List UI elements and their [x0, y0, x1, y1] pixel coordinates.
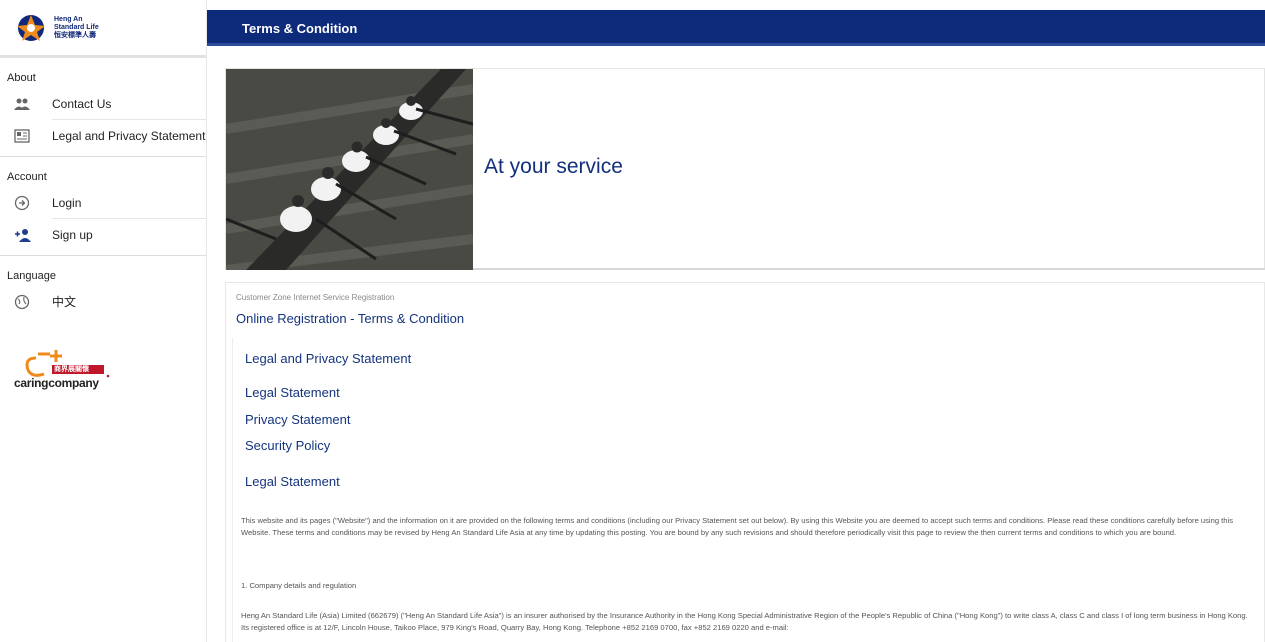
legal-statement-heading: Legal Statement — [245, 474, 340, 489]
app: Heng An Standard Life 恒安標準人壽 About Conta… — [0, 0, 1265, 642]
newspaper-icon — [14, 127, 38, 145]
section-label-language: Language — [7, 270, 56, 282]
sidebar: Heng An Standard Life 恒安標準人壽 About Conta… — [0, 0, 207, 642]
divider — [0, 255, 206, 256]
page-header: Terms & Condition — [207, 10, 1265, 46]
sidebar-item-login[interactable]: Login — [14, 187, 206, 219]
terms-content: Customer Zone Internet Service Registrat… — [225, 282, 1265, 642]
sidebar-item-sign-up[interactable]: Sign up — [14, 219, 206, 251]
link-privacy-statement[interactable]: Privacy Statement — [245, 412, 351, 427]
caring-company-text: caringcompany — [14, 376, 99, 390]
brand-name: Heng An Standard Life 恒安標準人壽 — [54, 16, 99, 40]
brand-logo-icon — [14, 13, 48, 43]
caring-company-badge: 商界展關懷 caringcompany — [14, 348, 134, 410]
sidebar-item-label: 中文 — [52, 295, 77, 309]
brand-name-line1: Heng An — [54, 15, 83, 23]
section-title: Online Registration - Terms & Condition — [236, 311, 465, 326]
sidebar-item-language-chinese[interactable]: 中文 — [14, 286, 206, 318]
terms-card: Legal and Privacy Statement Legal Statem… — [232, 338, 1260, 642]
section-label-account: Account — [7, 171, 47, 183]
brand-logo[interactable]: Heng An Standard Life 恒安標準人壽 — [0, 0, 206, 58]
link-security-policy[interactable]: Security Policy — [245, 438, 330, 453]
brand-name-line2: Standard Life — [54, 23, 99, 31]
sidebar-item-label: Contact Us — [52, 88, 206, 120]
sidebar-item-contact-us[interactable]: Contact Us — [14, 88, 206, 120]
terms-paragraph: 1. Company details and regulation — [241, 581, 357, 590]
divider — [473, 268, 1265, 270]
rowing-team-photo — [226, 69, 473, 270]
sidebar-item-label: Login — [52, 187, 206, 219]
terms-paragraph: Heng An Standard Life (Asia) Limited (66… — [241, 611, 1248, 632]
link-legal-statement[interactable]: Legal Statement — [245, 385, 340, 400]
hero-banner: At your service — [225, 68, 1265, 270]
globe-icon — [14, 293, 38, 311]
people-icon — [14, 95, 38, 113]
page-title: Terms & Condition — [242, 21, 358, 36]
sidebar-item-legal-privacy[interactable]: Legal and Privacy Statement — [14, 120, 206, 152]
terms-paragraph: This website and its pages ("Website") a… — [241, 516, 1233, 537]
sidebar-item-label: Legal and Privacy Statement — [52, 129, 206, 143]
legal-privacy-heading: Legal and Privacy Statement — [245, 351, 412, 366]
breadcrumb: Customer Zone Internet Service Registrat… — [236, 293, 395, 302]
login-icon — [14, 194, 38, 212]
caring-company-sub: 商界展關懷 — [54, 366, 89, 373]
section-label-about: About — [7, 72, 36, 84]
hero-title: At your service — [484, 155, 623, 178]
divider — [0, 156, 206, 157]
add-user-icon — [14, 226, 38, 244]
brand-name-line3: 恒安標準人壽 — [54, 31, 96, 39]
sidebar-item-label: Sign up — [52, 228, 93, 242]
